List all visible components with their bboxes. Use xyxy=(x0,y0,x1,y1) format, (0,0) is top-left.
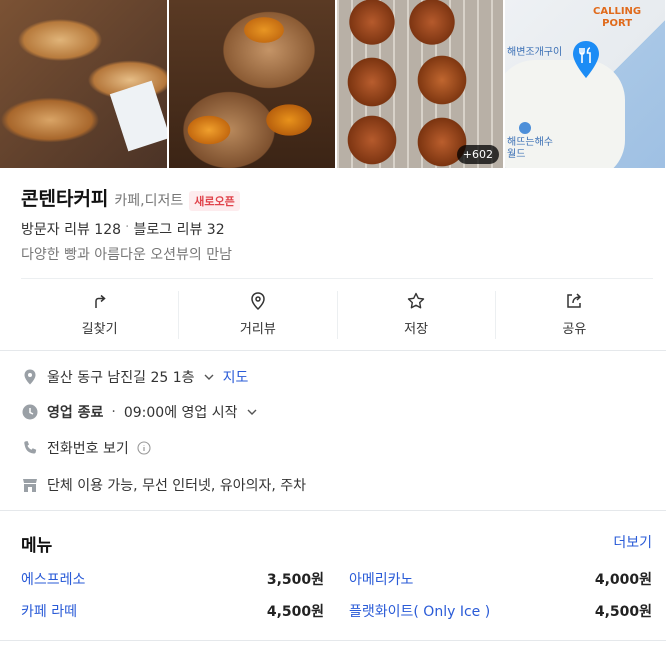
photo-gallery[interactable]: +602 CALLING PORT 해변조개구이 해뜨는해수 월드 xyxy=(0,0,666,168)
menu-item-name[interactable]: 에스프레소 xyxy=(21,569,85,589)
map-thumbnail[interactable]: CALLING PORT 해변조개구이 해뜨는해수 월드 xyxy=(505,0,665,168)
divider xyxy=(21,278,653,279)
share-button[interactable]: 공유 xyxy=(496,291,653,339)
menu-more-link[interactable]: 더보기 xyxy=(613,532,652,552)
menu-section-title: 메뉴 xyxy=(21,536,53,556)
visitor-review-link[interactable]: 방문자 리뷰 128 xyxy=(21,219,121,239)
save-button[interactable]: 저장 xyxy=(338,291,496,339)
price-tag xyxy=(109,80,167,152)
map-label-place: 해뜨는해수 월드 xyxy=(507,137,553,160)
menu-item[interactable]: 카페 라떼 4,500원 xyxy=(21,601,324,621)
map-label-restaurant: 해변조개구이 xyxy=(507,47,563,58)
info-icon[interactable] xyxy=(137,441,151,455)
menu-item-price: 4,500원 xyxy=(594,604,652,620)
street-view-label: 거리뷰 xyxy=(239,322,276,337)
menu-item[interactable]: 플랫화이트( Only Ice ) 4,500원 xyxy=(349,601,652,621)
photo-sweet-potato-bread[interactable] xyxy=(169,0,335,168)
map-poi-icon xyxy=(519,122,531,134)
directions-label: 길찾기 xyxy=(81,322,118,337)
new-open-badge: 새로오픈 xyxy=(189,191,240,211)
chevron-down-icon[interactable] xyxy=(246,406,258,418)
blog-review-link[interactable]: 블로그 리뷰 32 xyxy=(133,219,224,239)
hours-row: 영업 종료 · 09:00에 영업 시작 xyxy=(21,402,258,422)
directions-button[interactable]: 길찾기 xyxy=(21,291,180,339)
address-row: 울산 동구 남진길 25 1층 지도 xyxy=(21,367,248,387)
map-pin-icon xyxy=(573,41,599,78)
chevron-down-icon[interactable] xyxy=(203,371,215,383)
bottom-divider xyxy=(0,640,666,641)
phone-view-link[interactable]: 전화번호 보기 xyxy=(47,438,129,458)
clock-icon xyxy=(22,404,38,420)
business-hours[interactable]: 09:00에 영업 시작 xyxy=(124,402,238,422)
location-icon xyxy=(24,369,36,385)
photo-bread-rolls[interactable] xyxy=(0,0,167,168)
street-view-button[interactable]: 거리뷰 xyxy=(179,291,338,339)
save-label: 저장 xyxy=(404,322,429,337)
place-category: 카페,디저트 xyxy=(114,193,184,209)
menu-item[interactable]: 에스프레소 3,500원 xyxy=(21,569,324,589)
menu-item-name[interactable]: 플랫화이트( Only Ice ) xyxy=(349,601,490,621)
directions-icon xyxy=(94,294,106,308)
phone-row: 전화번호 보기 xyxy=(21,438,151,458)
place-description: 다양한 빵과 아름다운 오션뷰의 만남 xyxy=(21,247,232,263)
section-divider xyxy=(0,350,666,351)
review-counts: 방문자 리뷰 128 · 블로그 리뷰 32 xyxy=(21,219,225,239)
store-icon xyxy=(23,479,37,492)
separator-dot: · xyxy=(111,404,116,420)
amenities-row: 단체 이용 가능, 무선 인터넷, 유아의자, 주차 xyxy=(21,475,306,495)
location-pin-icon xyxy=(251,292,265,311)
menu-item-name[interactable]: 아메리카노 xyxy=(349,569,413,589)
section-divider xyxy=(0,510,666,511)
map-poi-title: CALLING PORT xyxy=(593,6,642,29)
business-status: 영업 종료 xyxy=(47,405,104,421)
place-header: 콘텐타커피 카페,디저트 새로오픈 xyxy=(21,184,240,211)
menu-item-price: 4,500원 xyxy=(266,604,324,620)
share-icon xyxy=(567,293,582,308)
address-text[interactable]: 울산 동구 남진길 25 1층 xyxy=(47,367,195,387)
amenities-text: 단체 이용 가능, 무선 인터넷, 유아의자, 주차 xyxy=(47,478,307,494)
menu-item-price: 3,500원 xyxy=(266,572,324,588)
star-icon xyxy=(407,292,425,309)
photo-round-buns[interactable]: +602 xyxy=(337,0,503,168)
separator-dot: · xyxy=(125,219,130,235)
place-name[interactable]: 콘텐타커피 xyxy=(21,184,108,211)
phone-icon xyxy=(24,441,37,454)
menu-item[interactable]: 아메리카노 4,000원 xyxy=(349,569,652,589)
share-label: 공유 xyxy=(562,322,587,337)
menu-item-name[interactable]: 카페 라떼 xyxy=(21,601,77,621)
action-bar: 길찾기 거리뷰 저장 공유 xyxy=(21,291,653,339)
photo-count-badge[interactable]: +602 xyxy=(456,145,499,164)
menu-item-price: 4,000원 xyxy=(594,572,652,588)
map-link[interactable]: 지도 xyxy=(223,367,249,387)
